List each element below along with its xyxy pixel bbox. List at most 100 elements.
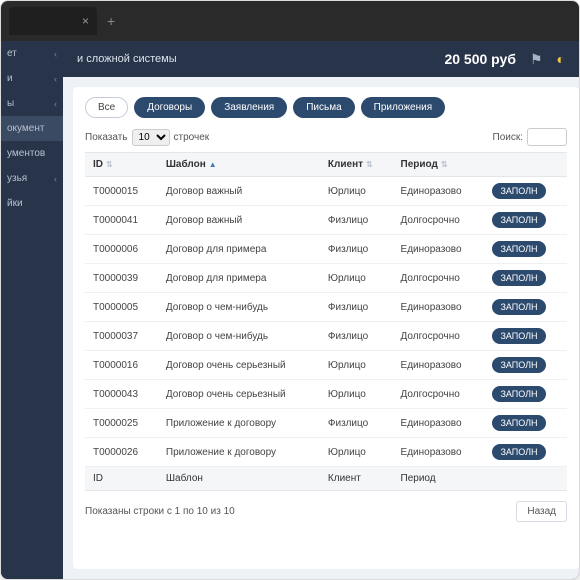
cell-id: T0000025 xyxy=(85,409,158,438)
browser-tab-bar: × + xyxy=(1,1,579,41)
close-icon[interactable]: × xyxy=(82,14,89,28)
sidebar-item-label: ы xyxy=(7,98,14,109)
fill-button[interactable]: ЗАПОЛН xyxy=(492,386,545,402)
cell-template: Договор о чем-нибудь xyxy=(158,322,320,351)
topbar: и сложной системы 20 500 руб ⚑ ◐ xyxy=(63,41,579,77)
sort-asc-icon: ▲ xyxy=(209,160,217,169)
cell-period: Единоразово xyxy=(393,351,485,380)
foot-template: Шаблон xyxy=(158,467,320,491)
cell-period: Единоразово xyxy=(393,177,485,206)
col-id[interactable]: ID⇅ xyxy=(85,153,158,177)
filter-chip-letters[interactable]: Письма xyxy=(293,97,354,118)
cell-period: Долгосрочно xyxy=(393,264,485,293)
chevron-left-icon: ‹ xyxy=(54,74,57,84)
search-input[interactable] xyxy=(527,128,567,146)
documents-table: ID⇅ Шаблон▲ Клиент⇅ Период⇅ T0000015Дого… xyxy=(85,152,567,491)
fill-button[interactable]: ЗАПОЛН xyxy=(492,328,545,344)
flag-icon[interactable]: ⚑ xyxy=(530,51,543,68)
table-row: T0000015Договор важныйЮрлицоЕдиноразово З… xyxy=(85,177,567,206)
cell-client: Юрлицо xyxy=(320,177,393,206)
cell-client: Юрлицо xyxy=(320,438,393,467)
cell-client: Юрлицо xyxy=(320,264,393,293)
col-action xyxy=(484,153,567,177)
cell-template: Договор для примера xyxy=(158,264,320,293)
cell-template: Договор очень серьезный xyxy=(158,351,320,380)
table-row: T0000043Договор очень серьезныйЮрлицоДол… xyxy=(85,380,567,409)
cell-client: Физлицо xyxy=(320,206,393,235)
sidebar-item[interactable]: узья‹ xyxy=(1,166,63,191)
fill-button[interactable]: ЗАПОЛН xyxy=(492,299,545,315)
fill-button[interactable]: ЗАПОЛН xyxy=(492,444,545,460)
filter-chips: Все Договоры Заявления Письма Приложения xyxy=(85,97,567,118)
col-period[interactable]: Период⇅ xyxy=(393,153,485,177)
cell-id: T0000039 xyxy=(85,264,158,293)
table-row: T0000005Договор о чем-нибудьФизлицоЕдино… xyxy=(85,293,567,322)
foot-id: ID xyxy=(85,467,158,491)
cell-client: Физлицо xyxy=(320,409,393,438)
cell-template: Договор о чем-нибудь xyxy=(158,293,320,322)
fill-button[interactable]: ЗАПОЛН xyxy=(492,270,545,286)
sort-icon: ⇅ xyxy=(366,160,373,169)
foot-client: Клиент xyxy=(320,467,393,491)
bulb-icon[interactable]: ◐ xyxy=(557,51,565,67)
cell-id: T0000041 xyxy=(85,206,158,235)
fill-button[interactable]: ЗАПОЛН xyxy=(492,415,545,431)
filter-chip-contracts[interactable]: Договоры xyxy=(134,97,205,118)
cell-client: Физлицо xyxy=(320,235,393,264)
sidebar-item[interactable]: и‹ xyxy=(1,66,63,91)
cell-id: T0000006 xyxy=(85,235,158,264)
new-tab-button[interactable]: + xyxy=(107,13,115,29)
table-row: T0000041Договор важныйФизлицоДолгосрочно… xyxy=(85,206,567,235)
length-prefix: Показать xyxy=(85,132,128,143)
cell-id: T0000015 xyxy=(85,177,158,206)
col-template[interactable]: Шаблон▲ xyxy=(158,153,320,177)
sidebar-item-label: окумент xyxy=(7,123,44,134)
cell-period: Единоразово xyxy=(393,438,485,467)
page-length-select[interactable]: 10 xyxy=(132,129,170,146)
sidebar-item[interactable]: ет ‹ xyxy=(1,41,63,66)
cell-id: T0000026 xyxy=(85,438,158,467)
sort-icon: ⇅ xyxy=(441,160,448,169)
chevron-left-icon: ‹ xyxy=(54,99,57,109)
cell-period: Долгосрочно xyxy=(393,380,485,409)
fill-button[interactable]: ЗАПОЛН xyxy=(492,357,545,373)
table-row: T0000016Договор очень серьезныйЮрлицоЕди… xyxy=(85,351,567,380)
cell-template: Приложение к договору xyxy=(158,438,320,467)
filter-chip-attachments[interactable]: Приложения xyxy=(361,97,446,118)
cell-period: Долгосрочно xyxy=(393,206,485,235)
content-panel: Все Договоры Заявления Письма Приложения… xyxy=(73,87,579,569)
filter-chip-all[interactable]: Все xyxy=(85,97,128,118)
fill-button[interactable]: ЗАПОЛН xyxy=(492,212,545,228)
sidebar-item[interactable]: ументов xyxy=(1,141,63,166)
sidebar-item[interactable]: ы‹ xyxy=(1,91,63,116)
sidebar-item-label: ументов xyxy=(7,148,45,159)
sidebar-item-label: йки xyxy=(7,198,23,209)
cell-id: T0000016 xyxy=(85,351,158,380)
cell-period: Единоразово xyxy=(393,293,485,322)
table-row: T0000039Договор для примераЮрлицоДолгоср… xyxy=(85,264,567,293)
cell-id: T0000043 xyxy=(85,380,158,409)
col-client[interactable]: Клиент⇅ xyxy=(320,153,393,177)
chevron-left-icon: ‹ xyxy=(54,49,57,59)
brand-title: и сложной системы xyxy=(77,53,430,65)
browser-tab[interactable]: × xyxy=(9,7,97,35)
sort-icon: ⇅ xyxy=(106,160,113,169)
sidebar-item-document[interactable]: окумент xyxy=(1,116,63,141)
pager-info: Показаны строки с 1 по 10 из 10 xyxy=(85,506,235,517)
table-row: T0000026Приложение к договоруЮрлицоЕдино… xyxy=(85,438,567,467)
sidebar-item-label: ет xyxy=(7,48,17,59)
search-label: Поиск: xyxy=(493,132,524,143)
fill-button[interactable]: ЗАПОЛН xyxy=(492,183,545,199)
sidebar: ет‹ и‹ ы‹ окумент ументов узья‹ йки xyxy=(1,41,63,579)
chevron-left-icon: ‹ xyxy=(54,174,57,184)
filter-chip-applications[interactable]: Заявления xyxy=(211,97,287,118)
cell-client: Физлицо xyxy=(320,322,393,351)
cell-template: Договор для примера xyxy=(158,235,320,264)
prev-button[interactable]: Назад xyxy=(516,501,567,522)
table-row: T0000025Приложение к договоруФизлицоЕдин… xyxy=(85,409,567,438)
cell-template: Договор важный xyxy=(158,177,320,206)
fill-button[interactable]: ЗАПОЛН xyxy=(492,241,545,257)
sidebar-item[interactable]: йки xyxy=(1,191,63,216)
sidebar-item-label: и xyxy=(7,73,13,84)
cell-template: Договор очень серьезный xyxy=(158,380,320,409)
